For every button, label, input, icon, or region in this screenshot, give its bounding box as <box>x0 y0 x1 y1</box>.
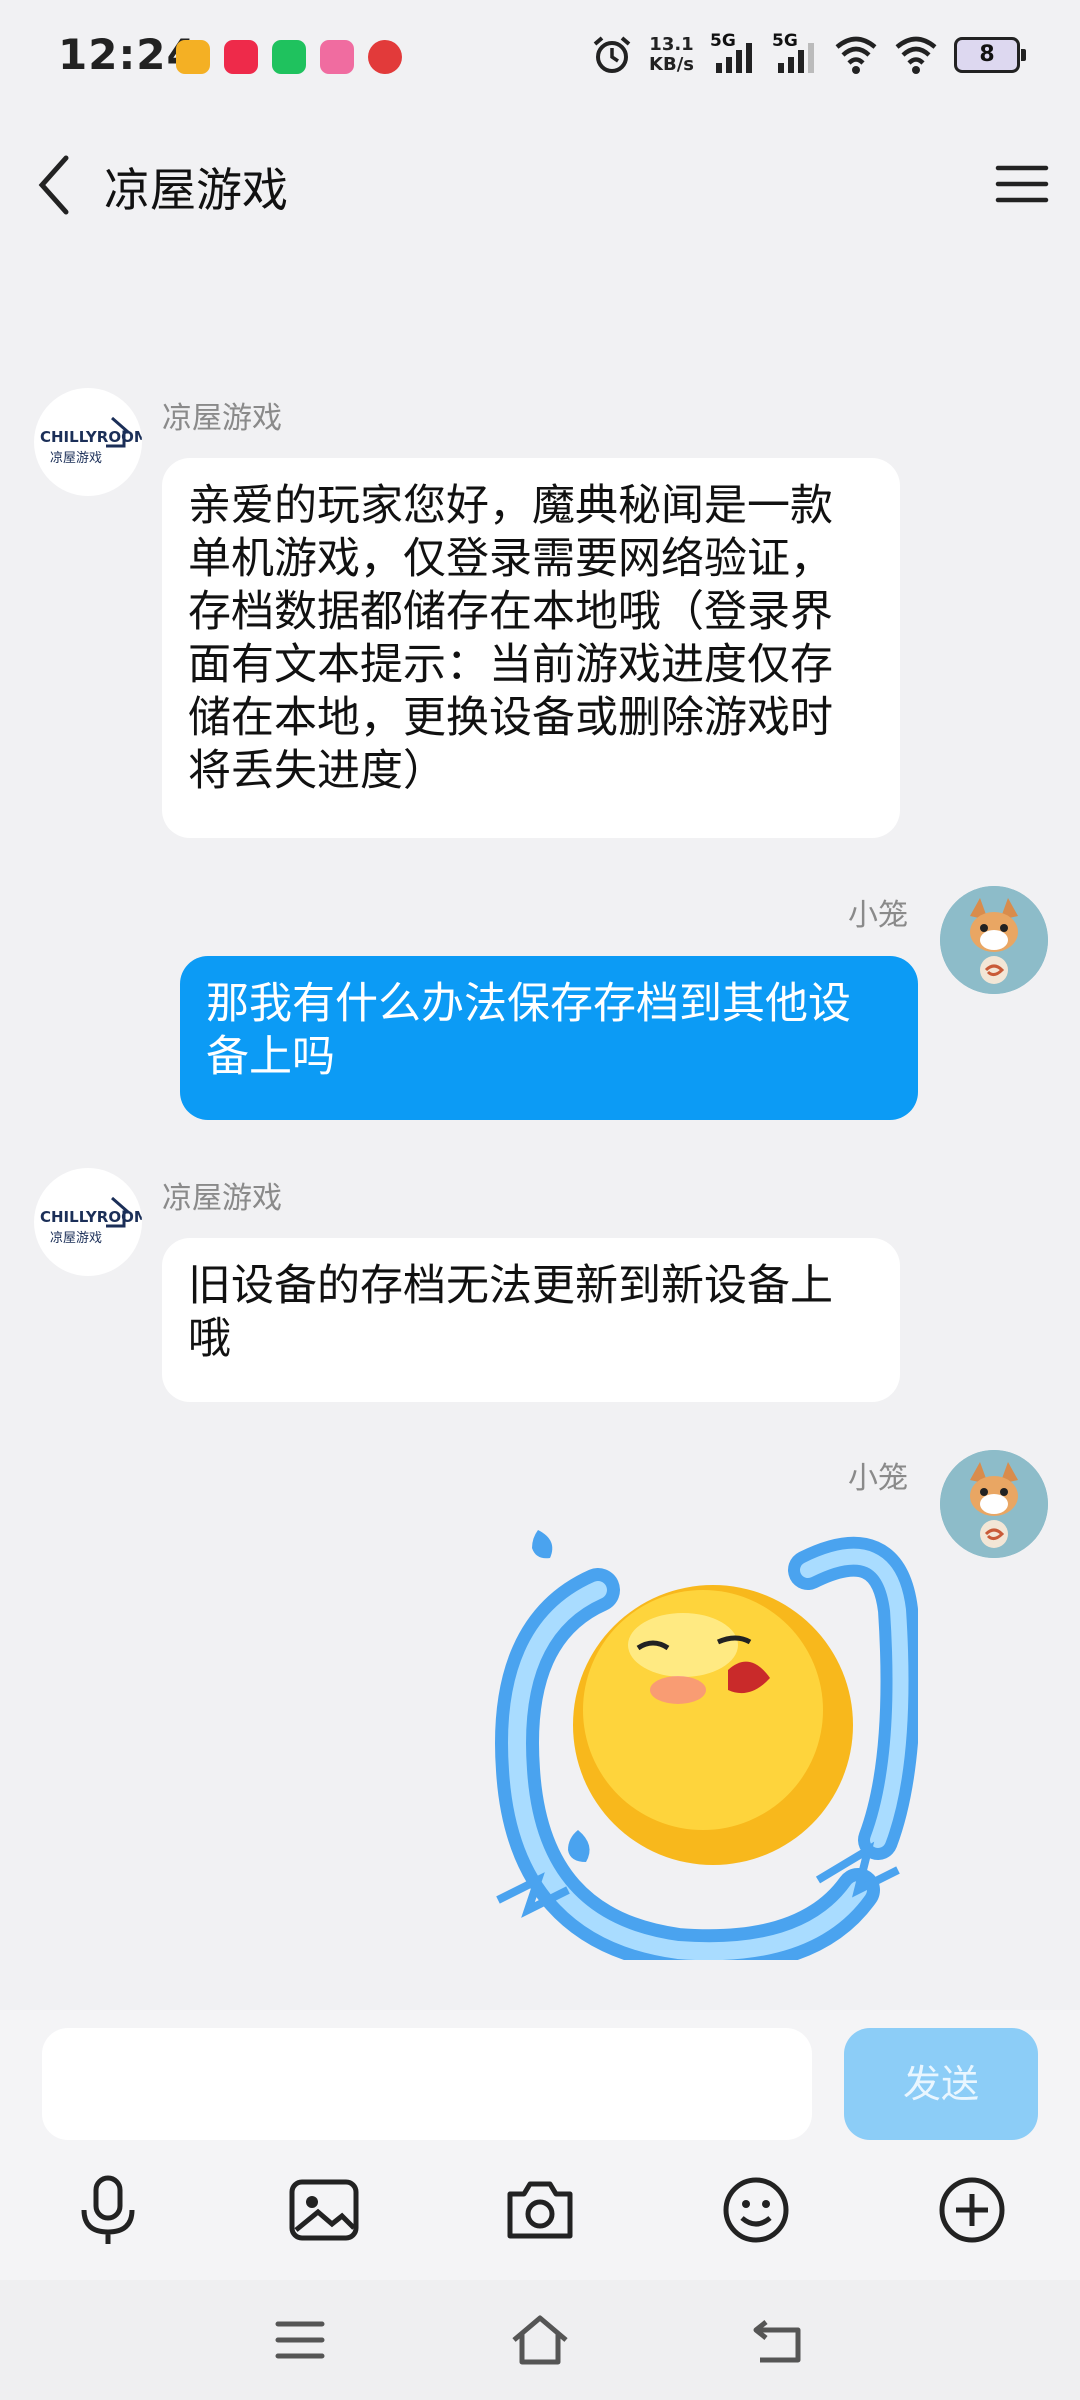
image-icon[interactable] <box>284 2170 364 2250</box>
back-arrow-icon[interactable] <box>28 150 88 220</box>
emoji-icon[interactable] <box>716 2170 796 2250</box>
avatar-chillyroom[interactable]: CHILLYROOM 凉屋游戏 <box>34 1168 142 1276</box>
recent-apps-icon[interactable] <box>268 2310 332 2370</box>
svg-text:CHILLYROOM: CHILLYROOM <box>40 1208 142 1226</box>
avatar-user[interactable] <box>940 886 1048 994</box>
send-button[interactable]: 发送 <box>844 2028 1038 2140</box>
plus-icon[interactable] <box>932 2170 1012 2250</box>
system-indicators: 13.1 KB/s 5G 5G 8 <box>591 31 1026 76</box>
camera-icon[interactable] <box>500 2170 580 2250</box>
signal-sim2-icon: 5G <box>772 31 818 75</box>
chat-header: 凉屋游戏 <box>0 120 1080 250</box>
signal-sim1-icon: 5G <box>710 31 756 75</box>
chillyroom-logo-icon: CHILLYROOM 凉屋游戏 <box>40 416 142 466</box>
message-bubble-self[interactable]: 那我有什么办法保存存档到其他设备上吗 <box>180 956 918 1120</box>
wechat-icon <box>272 40 306 74</box>
notes-icon <box>176 40 210 74</box>
network-speed: 13.1 KB/s <box>649 34 694 75</box>
crying-emoji-sticker[interactable] <box>478 1510 918 1960</box>
corgi-avatar-icon <box>940 886 1048 994</box>
system-nav-bar <box>0 2280 1080 2400</box>
sender-name: 凉屋游戏 <box>162 1181 282 1216</box>
composer: 发送 <box>0 2010 1080 2160</box>
back-nav-icon[interactable] <box>748 2310 812 2370</box>
message-input[interactable] <box>42 2028 812 2140</box>
menu-icon[interactable] <box>992 154 1052 214</box>
microphone-icon[interactable] <box>68 2170 148 2250</box>
corgi-avatar-icon <box>940 1450 1048 1558</box>
svg-text:凉屋游戏: 凉屋游戏 <box>50 451 102 466</box>
avatar-chillyroom[interactable]: CHILLYROOM 凉屋游戏 <box>34 388 142 496</box>
alarm-icon <box>593 36 631 73</box>
chillyroom-logo-icon: CHILLYROOM 凉屋游戏 <box>40 1196 142 1246</box>
home-icon[interactable] <box>508 2310 572 2370</box>
notification-icons <box>176 40 402 74</box>
wifi-2-icon <box>895 36 937 74</box>
sender-name: 凉屋游戏 <box>162 401 282 436</box>
sender-name: 小笼 <box>848 1461 908 1496</box>
bilibili-icon <box>320 40 354 74</box>
sender-name: 小笼 <box>848 898 908 933</box>
avatar-user[interactable] <box>940 1450 1048 1558</box>
message-bubble[interactable]: 旧设备的存档无法更新到新设备上哦 <box>162 1238 900 1402</box>
wifi-icon <box>835 36 877 74</box>
chat-title: 凉屋游戏 <box>104 163 288 217</box>
message-bubble[interactable]: 亲爱的玩家您好，魔典秘闻是一款单机游戏，仅登录需要网络验证，存档数据都储存在本地… <box>162 458 900 838</box>
status-bar: 12:24 13.1 KB/s 5G 5G 8 <box>0 0 1080 120</box>
composer-toolbar <box>0 2160 1080 2280</box>
china-merchants-bank-icon <box>368 40 402 74</box>
battery-icon: 8 <box>954 37 1026 73</box>
svg-text:凉屋游戏: 凉屋游戏 <box>50 1231 102 1246</box>
xiaohongshu-icon <box>224 40 258 74</box>
svg-text:CHILLYROOM: CHILLYROOM <box>40 428 142 446</box>
